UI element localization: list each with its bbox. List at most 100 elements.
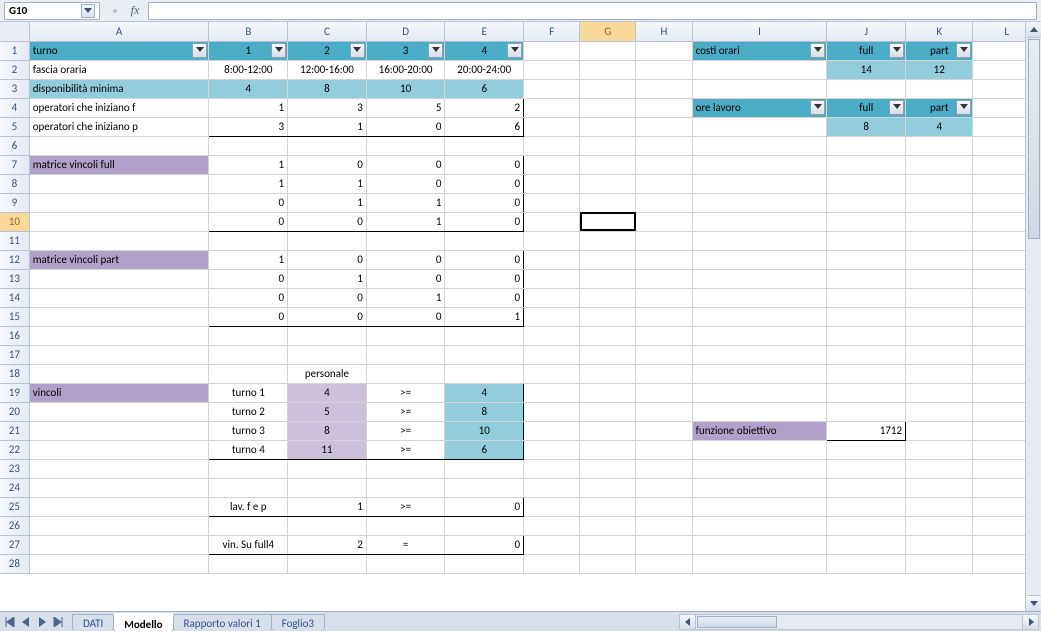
cell-C8[interactable]: 1 — [288, 174, 367, 193]
cell-D20[interactable]: >= — [366, 402, 445, 421]
cell-K3[interactable] — [906, 79, 973, 98]
scroll-up-button[interactable] — [1027, 22, 1041, 38]
cell-K4[interactable]: part — [906, 98, 973, 117]
cell-G10[interactable] — [580, 212, 636, 231]
cell-G24[interactable] — [580, 478, 636, 497]
cell-K11[interactable] — [906, 231, 973, 250]
cell-K9[interactable] — [906, 193, 973, 212]
cell-H12[interactable] — [636, 250, 692, 269]
cell-H1[interactable] — [636, 41, 692, 60]
cell-F9[interactable] — [524, 193, 580, 212]
cell-B21[interactable]: turno 3 — [209, 421, 288, 440]
cell-C28[interactable] — [288, 554, 367, 573]
cell-J25[interactable] — [827, 497, 906, 516]
cell-E6[interactable] — [445, 136, 524, 155]
tab-prev-button[interactable] — [18, 614, 34, 630]
cell-I16[interactable] — [692, 326, 827, 345]
row-header-4[interactable]: 4 — [0, 98, 29, 117]
cell-I28[interactable] — [692, 554, 827, 573]
cell-C4[interactable]: 3 — [288, 98, 367, 117]
filter-full-1[interactable] — [889, 43, 904, 58]
cell-J17[interactable] — [827, 345, 906, 364]
row-header-20[interactable]: 20 — [0, 402, 29, 421]
cell-F25[interactable] — [524, 497, 580, 516]
cell-I8[interactable] — [692, 174, 827, 193]
cell-G9[interactable] — [580, 193, 636, 212]
cell-C2[interactable]: 12:00-16:00 — [288, 60, 367, 79]
cell-B1[interactable]: 1 — [209, 41, 288, 60]
cell-H22[interactable] — [636, 440, 692, 459]
cell-G21[interactable] — [580, 421, 636, 440]
cell-J3[interactable] — [827, 79, 906, 98]
cell-J9[interactable] — [827, 193, 906, 212]
row-header-23[interactable]: 23 — [0, 459, 29, 478]
cell-I9[interactable] — [692, 193, 827, 212]
cell-A18[interactable] — [29, 364, 209, 383]
cell-E12[interactable]: 0 — [445, 250, 524, 269]
cell-H19[interactable] — [636, 383, 692, 402]
row-header-15[interactable]: 15 — [0, 307, 29, 326]
cell-J16[interactable] — [827, 326, 906, 345]
cell-D12[interactable]: 0 — [366, 250, 445, 269]
cell-A2[interactable]: fascia oraria — [29, 60, 209, 79]
cell-J8[interactable] — [827, 174, 906, 193]
cell-I11[interactable] — [692, 231, 827, 250]
row-header-27[interactable]: 27 — [0, 535, 29, 554]
cell-D4[interactable]: 5 — [366, 98, 445, 117]
cell-D23[interactable] — [366, 459, 445, 478]
cell-H4[interactable] — [636, 98, 692, 117]
cell-G7[interactable] — [580, 155, 636, 174]
cell-J11[interactable] — [827, 231, 906, 250]
tab-first-button[interactable] — [2, 614, 18, 630]
cell-C18[interactable]: personale — [288, 364, 367, 383]
cell-I15[interactable] — [692, 307, 827, 326]
cell-B14[interactable]: 0 — [209, 288, 288, 307]
col-header-K[interactable]: K — [906, 22, 973, 41]
cell-E14[interactable]: 0 — [445, 288, 524, 307]
cell-G2[interactable] — [580, 60, 636, 79]
filter-turno-4[interactable] — [507, 43, 522, 58]
cell-E17[interactable] — [445, 345, 524, 364]
cell-D3[interactable]: 10 — [366, 79, 445, 98]
cell-A6[interactable] — [29, 136, 209, 155]
cell-F1[interactable] — [524, 41, 580, 60]
cell-B13[interactable]: 0 — [209, 269, 288, 288]
sheet-tab-DATI[interactable]: DATI — [72, 614, 114, 631]
cell-H7[interactable] — [636, 155, 692, 174]
cell-B22[interactable]: turno 4 — [209, 440, 288, 459]
row-header-8[interactable]: 8 — [0, 174, 29, 193]
cell-H11[interactable] — [636, 231, 692, 250]
horizontal-scrollbar[interactable] — [324, 612, 1041, 631]
spreadsheet-grid[interactable]: ABCDEFGHIJKL1turno1234costi orarifullpar… — [0, 22, 1041, 574]
cell-F15[interactable] — [524, 307, 580, 326]
cell-F5[interactable] — [524, 117, 580, 136]
cell-K1[interactable]: part — [906, 41, 973, 60]
cell-D7[interactable]: 0 — [366, 155, 445, 174]
cell-D19[interactable]: >= — [366, 383, 445, 402]
cell-D8[interactable]: 0 — [366, 174, 445, 193]
cell-F28[interactable] — [524, 554, 580, 573]
cell-I27[interactable] — [692, 535, 827, 554]
name-box-dropdown[interactable] — [81, 4, 95, 18]
cell-C23[interactable] — [288, 459, 367, 478]
vscroll-thumb[interactable] — [1028, 39, 1040, 239]
cell-C26[interactable] — [288, 516, 367, 535]
cell-B11[interactable] — [209, 231, 288, 250]
cell-C12[interactable]: 0 — [288, 250, 367, 269]
cell-H6[interactable] — [636, 136, 692, 155]
cell-J19[interactable] — [827, 383, 906, 402]
cell-F21[interactable] — [524, 421, 580, 440]
cell-G3[interactable] — [580, 79, 636, 98]
cell-B15[interactable]: 0 — [209, 307, 288, 326]
cell-K19[interactable] — [906, 383, 973, 402]
cell-F23[interactable] — [524, 459, 580, 478]
cell-F19[interactable] — [524, 383, 580, 402]
cell-I2[interactable] — [692, 60, 827, 79]
cell-I24[interactable] — [692, 478, 827, 497]
cell-A3[interactable]: disponibilità minima — [29, 79, 209, 98]
row-header-2[interactable]: 2 — [0, 60, 29, 79]
cell-B10[interactable]: 0 — [209, 212, 288, 231]
cell-D5[interactable]: 0 — [366, 117, 445, 136]
cell-H14[interactable] — [636, 288, 692, 307]
row-header-9[interactable]: 9 — [0, 193, 29, 212]
